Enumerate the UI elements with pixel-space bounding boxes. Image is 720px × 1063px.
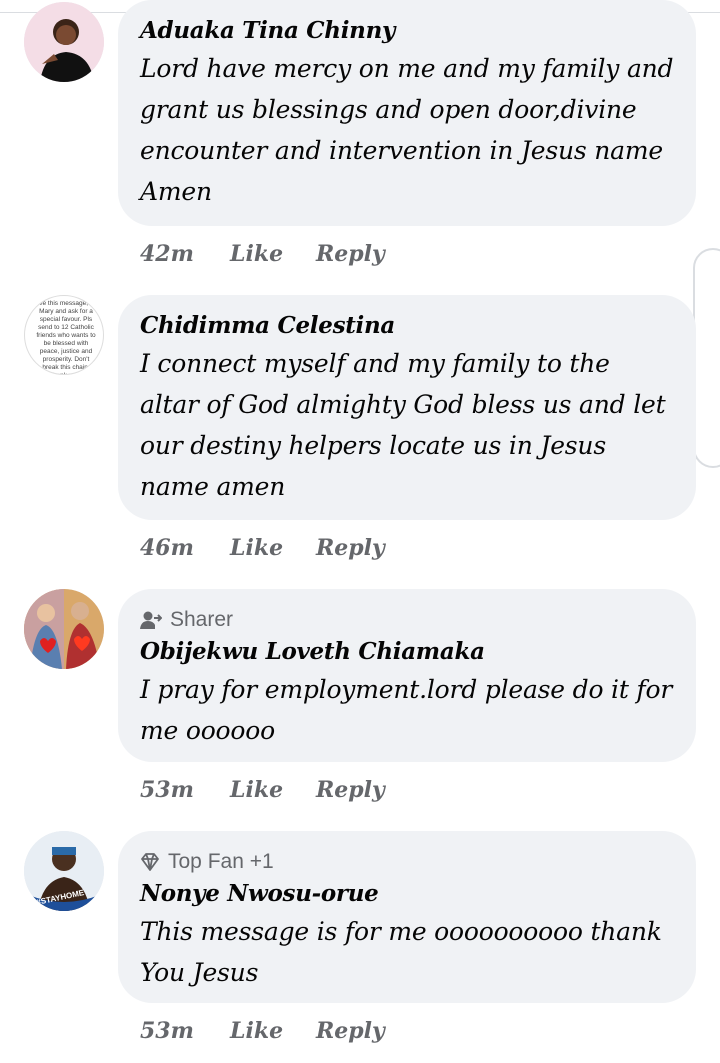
comment-actions: 42m Like Reply: [140, 237, 385, 271]
like-button[interactable]: Like: [230, 1018, 316, 1044]
avatar[interactable]: ove this message, all Mary and ask for a…: [24, 295, 104, 375]
diamond-icon: [141, 853, 159, 871]
sacred-hearts-icon: [24, 589, 104, 669]
like-button[interactable]: Like: [230, 777, 316, 803]
comment-text: Lord have mercy on me and my family and …: [140, 54, 674, 206]
comment-text: I pray for employment.lord please do it …: [140, 675, 673, 745]
comment-bubble: Chidimma Celestina I connect myself and …: [118, 295, 696, 520]
comment-actions: 46m Like Reply: [140, 531, 385, 565]
comment-author[interactable]: Aduaka Tina Chinny: [140, 14, 674, 48]
comment-text: I connect myself and my family to the al…: [140, 349, 666, 501]
comment-time[interactable]: 42m: [140, 241, 230, 267]
like-button[interactable]: Like: [230, 241, 316, 267]
badge-label: Top Fan +1: [168, 850, 274, 873]
avatar[interactable]: [24, 589, 104, 669]
reply-button[interactable]: Reply: [316, 777, 385, 803]
comment-bubble: Sharer Obijekwu Loveth Chiamaka I pray f…: [118, 589, 696, 762]
comment-author[interactable]: Chidimma Celestina: [140, 309, 674, 343]
user-photo-woman-icon: [24, 2, 104, 82]
comment-bubble: Top Fan +1 Nonye Nwosu-orue This message…: [118, 831, 696, 1003]
comment-actions: 53m Like Reply: [140, 1014, 385, 1048]
comment-time[interactable]: 53m: [140, 777, 230, 803]
reply-button[interactable]: Reply: [316, 535, 385, 561]
avatar[interactable]: [24, 2, 104, 82]
comment-time[interactable]: 53m: [140, 1018, 230, 1044]
reply-button[interactable]: Reply: [316, 241, 385, 267]
top-fan-badge: Top Fan +1: [140, 847, 674, 877]
sharer-badge: Sharer: [140, 605, 674, 635]
comment-bubble: Aduaka Tina Chinny Lord have mercy on me…: [118, 0, 696, 226]
avatar[interactable]: #STAYHOME: [24, 831, 104, 911]
comment-author[interactable]: Nonye Nwosu-orue: [140, 877, 674, 911]
scroll-handle[interactable]: [693, 248, 720, 468]
reply-button[interactable]: Reply: [316, 1018, 385, 1044]
comment-actions: 53m Like Reply: [140, 773, 385, 807]
like-button[interactable]: Like: [230, 535, 316, 561]
avatar-image-text: ove this message, all Mary and ask for a…: [35, 300, 97, 374]
badge-label: Sharer: [170, 608, 234, 631]
sharer-icon: [140, 611, 162, 629]
comment-text: This message is for me oooooooooo thank …: [140, 917, 662, 987]
comment-author[interactable]: Obijekwu Loveth Chiamaka: [140, 635, 674, 669]
comment-time[interactable]: 46m: [140, 535, 230, 561]
